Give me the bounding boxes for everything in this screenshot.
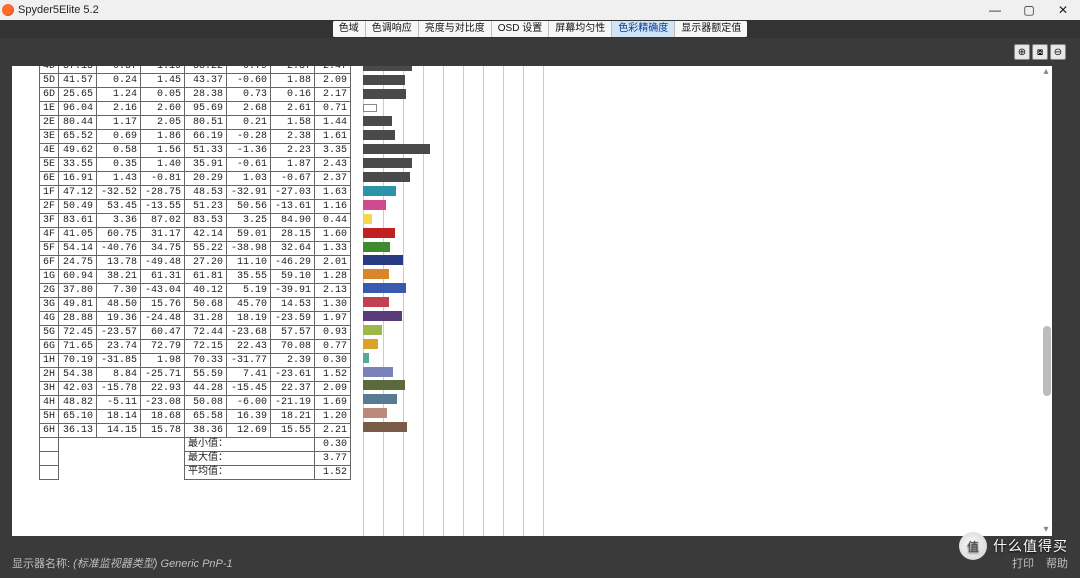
table-row: 6D25.651.240.0528.380.730.162.17 (40, 88, 351, 102)
delta-e-bar (363, 242, 390, 252)
tab-5[interactable]: 色彩精确度 (612, 21, 675, 37)
zoom-toolbar: ⊕ ⧇ ⊖ (1014, 44, 1066, 60)
table-row: 1G60.9438.2161.3161.8135.5559.101.28 (40, 270, 351, 284)
table-row: 2F50.4953.45-13.5551.2350.56-13.611.16 (40, 200, 351, 214)
tab-0[interactable]: 色域 (333, 21, 366, 37)
delta-e-bar (363, 158, 412, 168)
close-button[interactable]: ✕ (1046, 0, 1080, 20)
zoom-in-icon[interactable]: ⊕ (1014, 44, 1030, 60)
table-row: 4F41.0560.7531.1742.1459.0128.151.60 (40, 228, 351, 242)
vertical-scrollbar-thumb[interactable] (1043, 326, 1051, 396)
tab-6[interactable]: 显示器额定值 (675, 21, 747, 37)
delta-e-bar (363, 214, 372, 224)
delta-e-bar (363, 186, 396, 196)
tab-1[interactable]: 色调响应 (366, 21, 419, 37)
tab-4[interactable]: 屏幕均匀性 (549, 21, 612, 37)
main-area: ⊕ ⧇ ⊖ ▴ 4D57.150.571.1958.22-0.792.372.4… (0, 38, 1080, 578)
delta-e-bar (363, 422, 407, 432)
delta-e-bar (363, 339, 378, 349)
table-row: 5D41.570.241.4543.37-0.601.882.09 (40, 74, 351, 88)
zoom-reset-icon[interactable]: ⧇ (1032, 44, 1048, 60)
delta-e-bar (363, 297, 389, 307)
display-name: (标准监视器类型) Generic PnP-1 (73, 558, 233, 570)
table-row: 1H70.19-31.851.9870.33-31.772.390.30 (40, 354, 351, 368)
app-logo-icon (2, 4, 14, 16)
table-row: 4E49.620.581.5651.33-1.362.233.35 (40, 144, 351, 158)
color-data-table: 4D57.150.571.1958.22-0.792.372.475D41.57… (39, 66, 351, 480)
table-row: 1F47.12-32.52-28.7548.53-32.91-27.031.63 (40, 186, 351, 200)
table-row: 3F83.613.3687.0283.533.2584.900.44 (40, 214, 351, 228)
delta-e-bar (363, 394, 397, 404)
table-row: 5E33.550.351.4035.91-0.611.872.43 (40, 158, 351, 172)
table-row: 5H65.1018.1418.6865.5816.3918.211.20 (40, 410, 351, 424)
footer-left: 显示器名称: (标准监视器类型) Generic PnP-1 (12, 555, 233, 571)
stats-row: 最大值：3.77 (40, 452, 351, 466)
table-row: 2G37.807.30-43.0440.125.19-39.912.13 (40, 284, 351, 298)
maximize-button[interactable]: ▢ (1012, 0, 1046, 20)
footer: 显示器名称: (标准监视器类型) Generic PnP-1 打印 帮助 (12, 550, 1068, 576)
table-row: 5G72.45-23.5760.4772.44-23.6857.570.93 (40, 326, 351, 340)
display-label: 显示器名称: (12, 558, 70, 570)
table-row: 1E96.042.162.6095.692.682.610.71 (40, 102, 351, 116)
table-row: 4D57.150.571.1958.22-0.792.372.47 (40, 66, 351, 74)
delta-e-bar (363, 269, 389, 279)
table-row: 2H54.388.84-25.7155.597.41-23.611.52 (40, 368, 351, 382)
delta-e-bar (363, 311, 402, 321)
tab-row: 色域色调响应亮度与对比度OSD 设置屏幕均匀性色彩精确度显示器额定值 (0, 20, 1080, 38)
delta-e-bar (363, 325, 382, 335)
delta-e-bar (363, 408, 387, 418)
zoom-out-icon[interactable]: ⊖ (1050, 44, 1066, 60)
delta-e-bar (363, 172, 410, 182)
delta-e-bar (363, 116, 392, 126)
table-row: 6F24.7513.78-49.4827.2011.10-46.292.01 (40, 256, 351, 270)
table-row: 6E16.911.43-0.8120.291.03-0.672.37 (40, 172, 351, 186)
tab-strip: 色域色调响应亮度与对比度OSD 设置屏幕均匀性色彩精确度显示器额定值 (333, 21, 747, 37)
watermark-badge-icon: 值 (959, 532, 987, 560)
minimize-button[interactable]: — (978, 0, 1012, 20)
delta-e-bar (363, 130, 395, 140)
table-row: 5F54.14-40.7634.7555.22-38.9832.641.33 (40, 242, 351, 256)
delta-e-bar (363, 283, 406, 293)
delta-e-bar (363, 228, 395, 238)
scroll-up-arrow[interactable]: ▴ (1041, 66, 1051, 78)
window-title: Spyder5Elite 5.2 (18, 4, 99, 16)
delta-e-bar (363, 255, 403, 265)
tab-2[interactable]: 亮度与对比度 (419, 21, 492, 37)
stats-row: 平均值：1.52 (40, 466, 351, 480)
table-row: 6H36.1314.1515.7838.3612.6915.552.21 (40, 424, 351, 438)
titlebar: Spyder5Elite 5.2 — ▢ ✕ (0, 0, 1080, 20)
table-row: 4G28.8819.36-24.4831.2818.19-23.591.97 (40, 312, 351, 326)
table-row: 3H42.03-15.7822.9344.28-15.4522.372.09 (40, 382, 351, 396)
table-row: 6G71.6523.7472.7972.1522.4370.080.77 (40, 340, 351, 354)
delta-e-bar (363, 200, 386, 210)
delta-e-bar (363, 353, 369, 363)
delta-e-bar (363, 104, 377, 112)
delta-e-bar (363, 75, 405, 85)
table-row: 3G49.8148.5015.7650.6845.7014.531.30 (40, 298, 351, 312)
delta-e-bar (363, 144, 430, 154)
table-row: 2E80.441.172.0580.510.211.581.44 (40, 116, 351, 130)
watermark: 值 什么值得买 (959, 532, 1068, 560)
delta-e-bar (363, 380, 405, 390)
window-controls: — ▢ ✕ (978, 0, 1080, 20)
report-canvas: ▴ 4D57.150.571.1958.22-0.792.372.475D41.… (12, 66, 1052, 536)
delta-e-bar (363, 66, 412, 71)
tab-3[interactable]: OSD 设置 (492, 21, 549, 37)
table-row: 4H48.82-5.11-23.0850.08-6.00-21.191.69 (40, 396, 351, 410)
delta-e-bar (363, 367, 393, 377)
delta-e-bar (363, 89, 406, 99)
watermark-text: 什么值得买 (993, 536, 1068, 556)
stats-row: 最小值：0.30 (40, 438, 351, 452)
table-row: 3E65.520.691.8666.19-0.282.381.61 (40, 130, 351, 144)
